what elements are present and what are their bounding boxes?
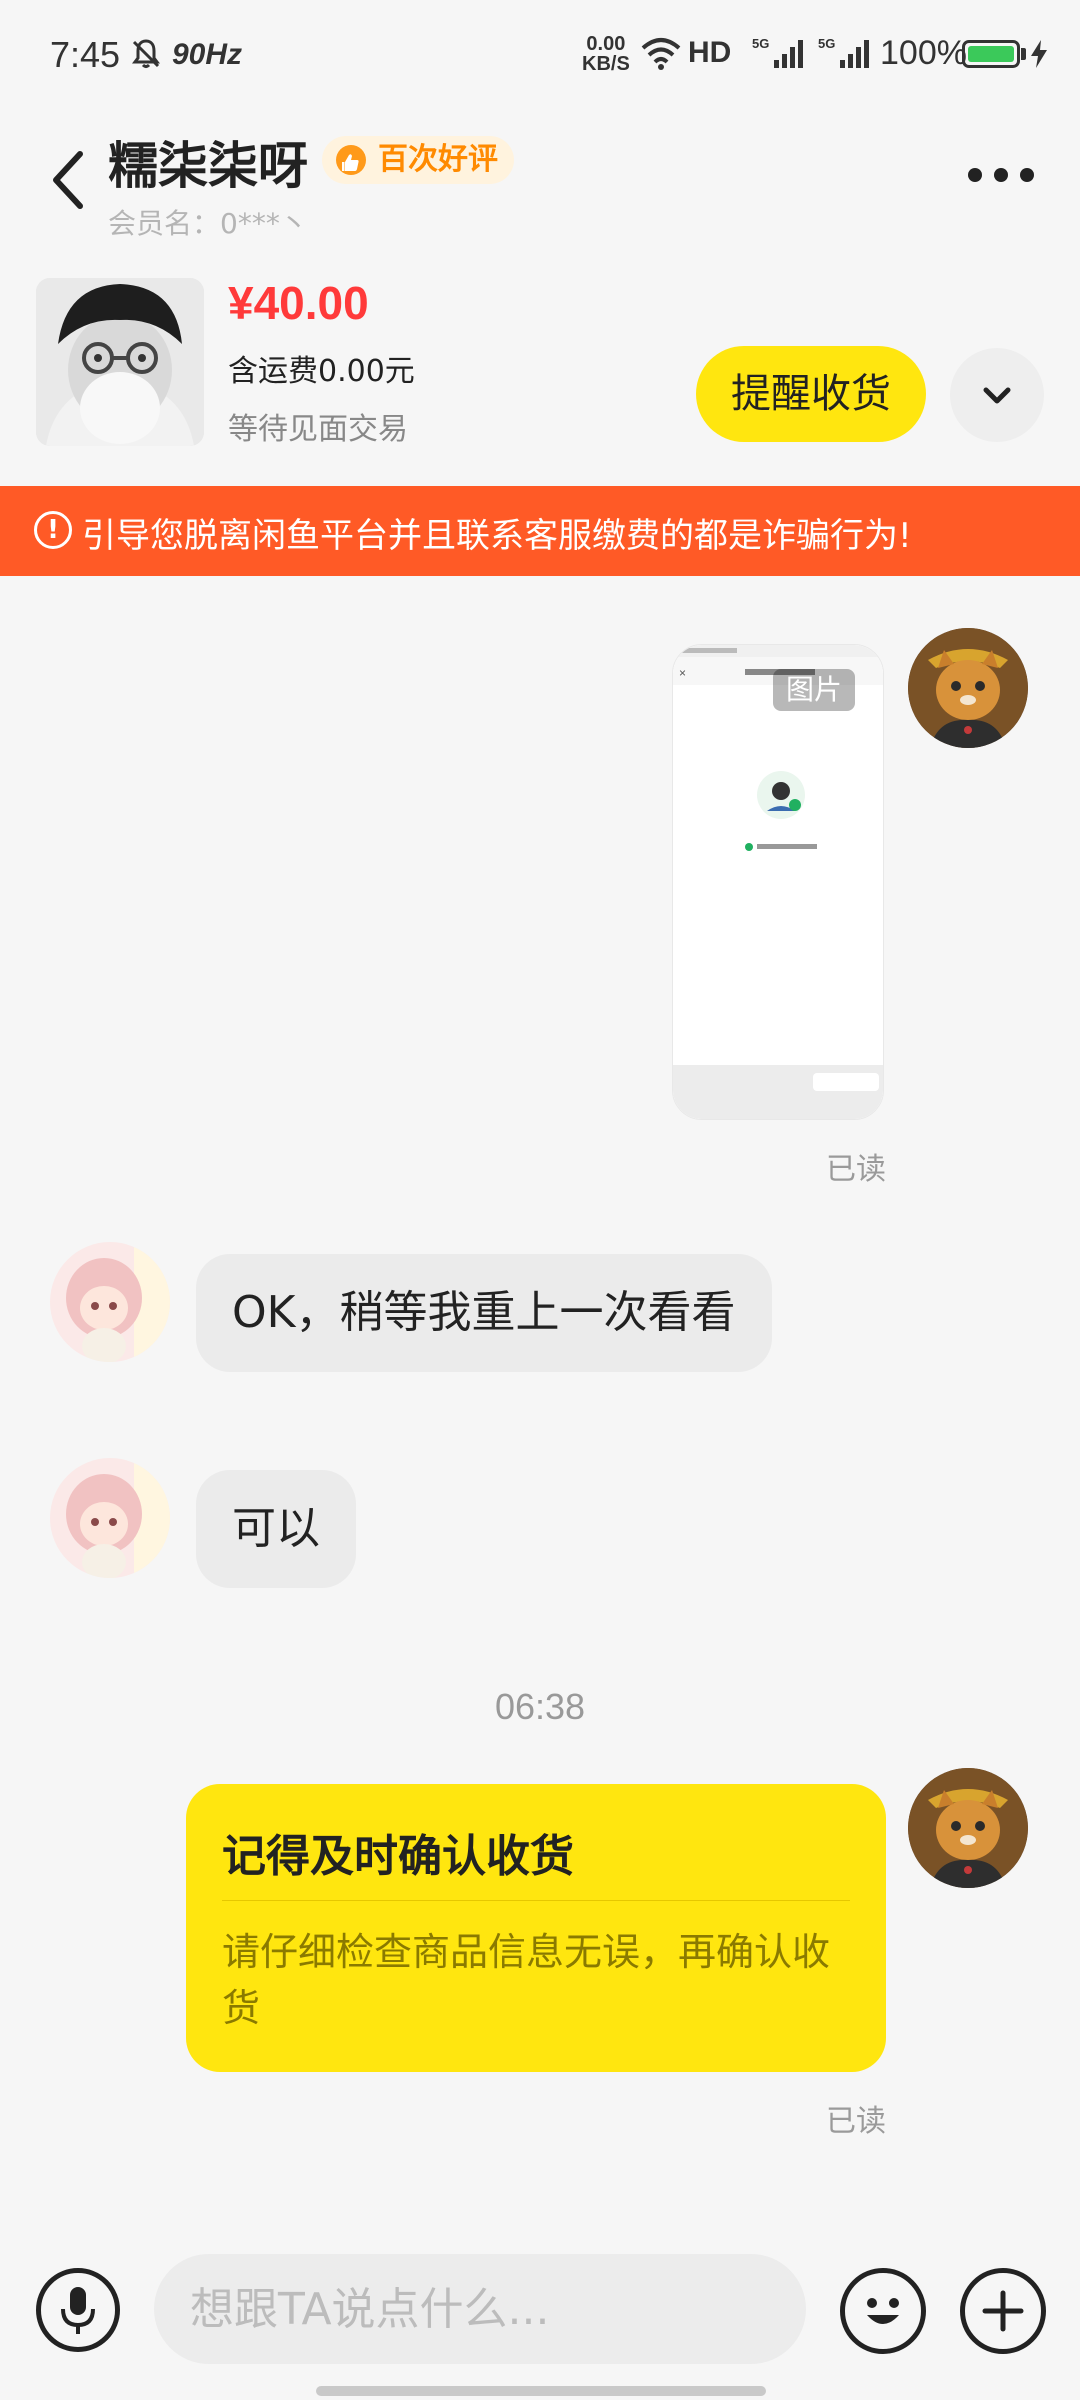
- card-divider: [222, 1900, 850, 1901]
- seller-avatar[interactable]: [50, 1242, 170, 1362]
- order-status: 等待见面交易: [228, 412, 408, 447]
- card-title: 记得及时确认收货: [222, 1831, 574, 1882]
- home-indicator[interactable]: [316, 2386, 766, 2396]
- expand-button[interactable]: [950, 348, 1044, 442]
- svg-text:5G: 5G: [818, 36, 835, 51]
- refresh-rate: 90Hz: [172, 38, 243, 71]
- seller-name[interactable]: 糯柒柒呀: [108, 126, 308, 198]
- member-name: 会员名：0***丶: [108, 207, 308, 240]
- svg-text:×: ×: [679, 666, 686, 680]
- my-avatar[interactable]: [908, 628, 1028, 748]
- alert-icon: !: [34, 511, 72, 549]
- net-speed-value: 0.00: [586, 33, 626, 55]
- seller-avatar[interactable]: [50, 1458, 170, 1578]
- chevron-down-icon: [983, 387, 1011, 404]
- thumbs-up-icon: [336, 145, 366, 175]
- emoji-icon: [867, 2298, 899, 2324]
- net-speed-unit: KB/S: [582, 53, 630, 75]
- add-attachment-button[interactable]: [960, 2268, 1046, 2354]
- product-image[interactable]: [36, 278, 204, 446]
- voice-button[interactable]: [36, 2268, 120, 2352]
- product-price: ¥40.00: [228, 277, 369, 329]
- more-options-button[interactable]: [968, 160, 1038, 190]
- received-message[interactable]: 可以: [196, 1470, 356, 1588]
- card-body: 请仔细检查商品信息无误，再确认收货: [222, 1930, 831, 2030]
- status-bar: 7:45 90Hz 0.00 KB/S HD 5G 5G 100%: [0, 0, 1080, 110]
- battery-percent: 100%: [880, 34, 967, 72]
- rating-badge: 百次好评: [322, 136, 514, 184]
- signal-5g-icon: 5G: [752, 36, 803, 68]
- confirm-receipt-card[interactable]: 记得及时确认收货 请仔细检查商品信息无误，再确认收货: [186, 1784, 886, 2072]
- microphone-icon: [61, 2287, 95, 2334]
- my-avatar[interactable]: [908, 1768, 1028, 1888]
- battery-icon: [962, 40, 1020, 68]
- net-speed: 0.00 KB/S: [582, 34, 630, 74]
- chevron-left-icon: [53, 151, 83, 209]
- emoji-button[interactable]: [840, 2268, 926, 2354]
- plus-icon: [982, 2290, 1024, 2332]
- image-badge: 图片: [773, 669, 855, 711]
- read-receipt: 已读: [826, 1152, 886, 1187]
- warning-text: 引导您脱离闲鱼平台并且联系客服缴费的都是诈骗行为!: [82, 516, 912, 556]
- svg-text:5G: 5G: [752, 36, 769, 51]
- signal-5g-icon: 5G: [818, 36, 869, 68]
- hd-label: HD: [688, 36, 732, 69]
- rating-label: 百次好评: [378, 142, 498, 177]
- sent-image-message[interactable]: × 图片: [672, 644, 884, 1120]
- remind-receipt-button[interactable]: 提醒收货: [696, 346, 926, 442]
- shipping-fee: 含运费0.00元: [228, 354, 415, 389]
- status-time: 7:45: [50, 34, 121, 75]
- wifi-icon: [641, 38, 681, 70]
- message-timestamp: 06:38: [494, 1686, 586, 1727]
- fraud-warning-banner: ! 引导您脱离闲鱼平台并且联系客服缴费的都是诈骗行为!: [0, 486, 1080, 576]
- charging-bolt-icon: [1031, 40, 1047, 68]
- received-message[interactable]: OK，稍等我重上一次看看: [196, 1254, 772, 1372]
- message-input[interactable]: [154, 2254, 806, 2364]
- read-receipt: 已读: [826, 2104, 886, 2139]
- battery-tip: [1021, 48, 1026, 60]
- back-button[interactable]: [48, 150, 98, 210]
- bell-mute-icon: [132, 39, 160, 68]
